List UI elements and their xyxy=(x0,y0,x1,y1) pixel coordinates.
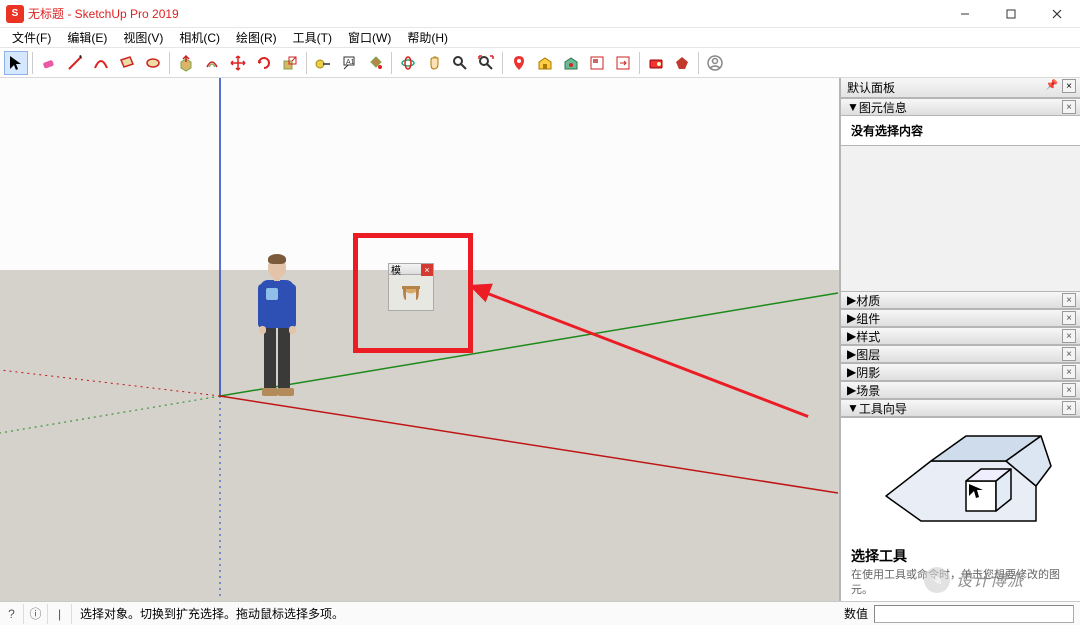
tool-layout[interactable] xyxy=(585,51,609,75)
panel-entity-info[interactable]: ▼ 图元信息 × xyxy=(841,98,1080,116)
panel-scenes[interactable]: ▶ 场景× xyxy=(841,381,1080,399)
panel-components[interactable]: ▶ 组件× xyxy=(841,309,1080,327)
tool-line[interactable] xyxy=(63,51,87,75)
tool-paint-bucket[interactable] xyxy=(363,51,387,75)
tool-text[interactable]: A1 xyxy=(337,51,361,75)
tool-send-to-layout[interactable] xyxy=(611,51,635,75)
menu-edit[interactable]: 编辑(E) xyxy=(59,27,115,48)
tool-eraser[interactable] xyxy=(37,51,61,75)
app-icon: S xyxy=(6,5,24,23)
instructor-title: 选择工具 xyxy=(851,546,1070,566)
tray-close-icon[interactable]: × xyxy=(1062,79,1076,93)
menu-bar: 文件(F) 编辑(E) 视图(V) 相机(C) 绘图(R) 工具(T) 窗口(W… xyxy=(0,28,1080,48)
tool-3d-warehouse[interactable] xyxy=(533,51,557,75)
panel-entity-info-body: 没有选择内容 xyxy=(841,116,1080,146)
tray-header-title: 默认面板 xyxy=(847,79,895,96)
menu-help[interactable]: 帮助(H) xyxy=(399,27,456,48)
panel-close-icon[interactable]: × xyxy=(1062,383,1076,397)
panel-close-icon[interactable]: × xyxy=(1062,329,1076,343)
window-title: 无标题 - SketchUp Pro 2019 xyxy=(28,5,179,22)
panel-close-icon[interactable]: × xyxy=(1062,311,1076,325)
main-toolbar: A1 xyxy=(0,48,1080,78)
menu-tools[interactable]: 工具(T) xyxy=(285,27,340,48)
annotation-highlight-box xyxy=(353,233,473,353)
tool-pan[interactable] xyxy=(422,51,446,75)
tool-zoom[interactable] xyxy=(448,51,472,75)
tool-add-location[interactable] xyxy=(507,51,531,75)
panel-shadows[interactable]: ▶ 阴影× xyxy=(841,363,1080,381)
close-button[interactable] xyxy=(1034,0,1080,28)
minimize-button[interactable] xyxy=(942,0,988,28)
panel-close-icon[interactable]: × xyxy=(1062,401,1076,415)
default-tray: 默认面板 📌 × ▼ 图元信息 × 没有选择内容 ▶ 材质× ▶ 组件× ▶ 样… xyxy=(840,78,1080,601)
menu-file[interactable]: 文件(F) xyxy=(4,27,59,48)
entity-info-text: 没有选择内容 xyxy=(851,124,923,138)
scale-figure xyxy=(254,256,302,406)
tool-orbit[interactable] xyxy=(396,51,420,75)
watermark-text: 设计博派 xyxy=(956,567,1024,591)
panel-close-icon[interactable]: × xyxy=(1062,347,1076,361)
maximize-button[interactable] xyxy=(988,0,1034,28)
svg-text:A1: A1 xyxy=(346,59,355,66)
watermark-icon: ✎ xyxy=(924,567,950,593)
pin-icon[interactable]: 📌 xyxy=(1046,80,1058,91)
tool-offset[interactable] xyxy=(200,51,224,75)
status-bar: ? ⓘ | 选择对象。切换到扩充选择。拖动鼠标选择多项。 数值 xyxy=(0,601,1080,625)
menu-view[interactable]: 视图(V) xyxy=(115,27,171,48)
tool-move[interactable] xyxy=(226,51,250,75)
menu-camera[interactable]: 相机(C) xyxy=(171,27,228,48)
tool-push-pull[interactable] xyxy=(174,51,198,75)
tool-ruby-console[interactable] xyxy=(670,51,694,75)
menu-window[interactable]: 窗口(W) xyxy=(340,27,399,48)
menu-draw[interactable]: 绘图(R) xyxy=(228,27,285,48)
panel-entity-info-title: 图元信息 xyxy=(859,99,907,116)
tool-rectangle[interactable] xyxy=(115,51,139,75)
panel-close-icon[interactable]: × xyxy=(1062,293,1076,307)
panel-instructor[interactable]: ▼ 工具向导× xyxy=(841,399,1080,417)
tool-scale[interactable] xyxy=(278,51,302,75)
status-help-icon[interactable]: ? xyxy=(0,604,24,624)
tool-tape-measure[interactable] xyxy=(311,51,335,75)
instructor-illustration xyxy=(866,426,1056,536)
tool-user-account[interactable] xyxy=(703,51,727,75)
panel-entity-close-icon[interactable]: × xyxy=(1062,100,1076,114)
panel-close-icon[interactable]: × xyxy=(1062,365,1076,379)
tool-select[interactable] xyxy=(4,51,28,75)
tool-extension-manager[interactable] xyxy=(644,51,668,75)
tool-zoom-extents[interactable] xyxy=(474,51,498,75)
title-bar: S 无标题 - SketchUp Pro 2019 xyxy=(0,0,1080,28)
status-info-icon[interactable]: ⓘ xyxy=(24,604,48,624)
status-divider-icon: | xyxy=(48,604,72,624)
tool-rotate[interactable] xyxy=(252,51,276,75)
viewport[interactable]: 模 × xyxy=(0,78,840,601)
panel-styles[interactable]: ▶ 样式× xyxy=(841,327,1080,345)
panel-layers[interactable]: ▶ 图层× xyxy=(841,345,1080,363)
tray-header[interactable]: 默认面板 📌 × xyxy=(841,78,1080,98)
value-input[interactable] xyxy=(874,605,1074,623)
value-label: 数值 xyxy=(838,605,874,622)
tool-extension-warehouse[interactable] xyxy=(559,51,583,75)
status-hint: 选择对象。切换到扩充选择。拖动鼠标选择多项。 xyxy=(72,605,838,622)
panel-materials[interactable]: ▶ 材质× xyxy=(841,291,1080,309)
tool-circle[interactable] xyxy=(141,51,165,75)
tool-arc[interactable] xyxy=(89,51,113,75)
